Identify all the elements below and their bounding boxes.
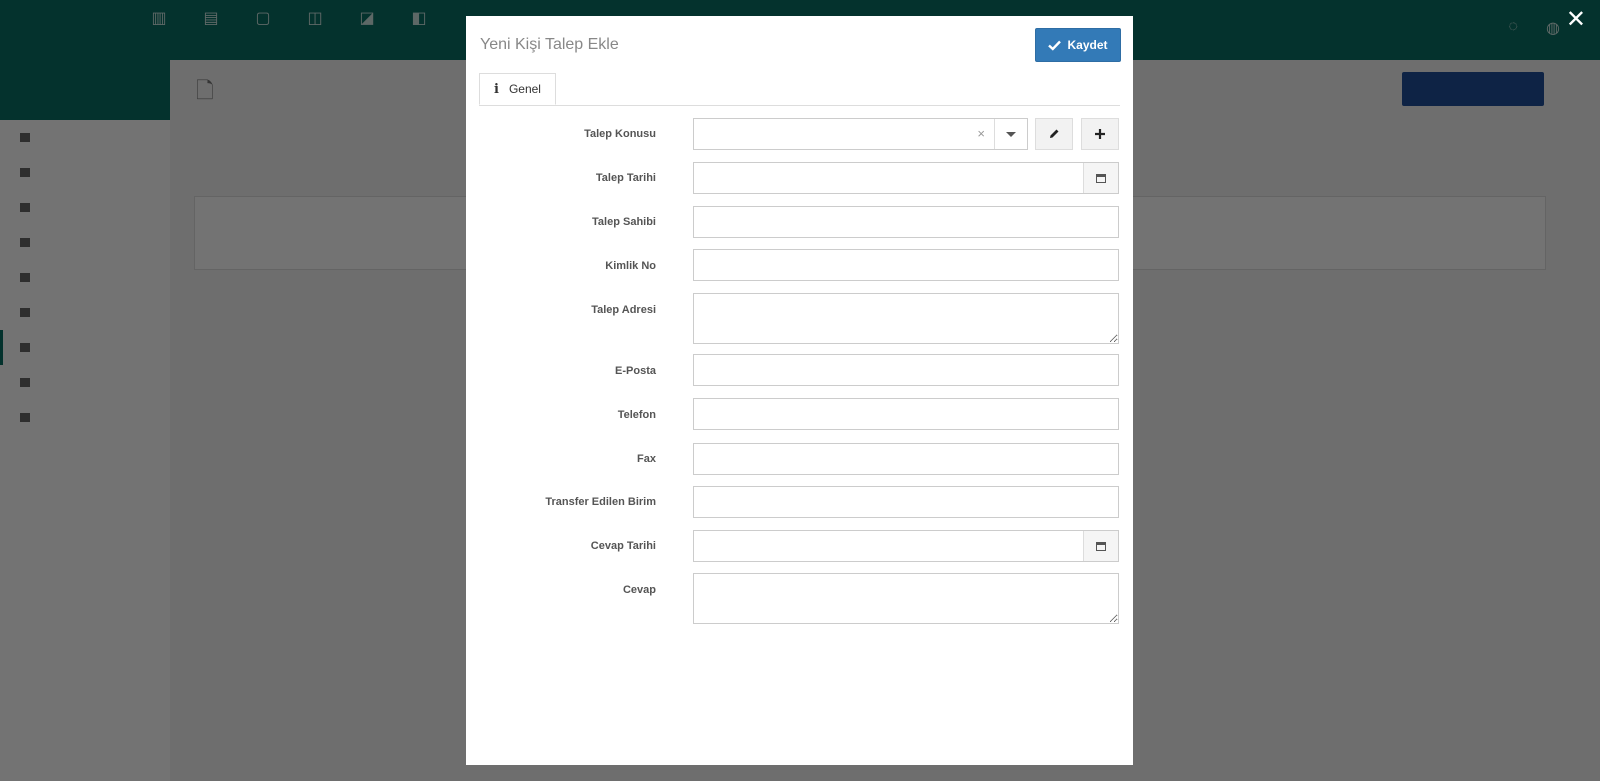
cevap-textarea[interactable]: [693, 573, 1119, 624]
label-e-posta: E-Posta: [615, 365, 656, 377]
talep-tarihi-picker: [693, 162, 1119, 194]
talep-adresi-textarea[interactable]: [693, 293, 1119, 344]
label-cevap: Cevap: [622, 584, 656, 596]
e-posta-input[interactable]: [693, 354, 1119, 386]
save-button-label: Kaydet: [1067, 38, 1108, 52]
modal-tabs: i Genel: [479, 73, 1120, 106]
calendar-button[interactable]: [1083, 531, 1118, 561]
label-talep-tarihi: Talep Tarihi: [595, 172, 656, 184]
talep-konusu-select[interactable]: ×: [693, 118, 1028, 150]
label-transfer-edilen-birim: Transfer Edilen Birim: [545, 496, 656, 508]
label-cevap-tarihi: Cevap Tarihi: [590, 540, 656, 552]
fax-input[interactable]: [693, 443, 1119, 475]
label-talep-adresi: Talep Adresi: [591, 304, 656, 316]
label-telefon: Telefon: [617, 409, 656, 421]
talep-tarihi-input[interactable]: [694, 163, 1074, 193]
cevap-tarihi-picker: [693, 530, 1119, 562]
calendar-button[interactable]: [1083, 163, 1118, 193]
telefon-input[interactable]: [693, 398, 1119, 430]
edit-button[interactable]: [1035, 118, 1073, 150]
plus-icon: [1095, 129, 1105, 139]
label-kimlik-no: Kimlik No: [605, 260, 656, 272]
talep-sahibi-input[interactable]: [693, 206, 1119, 238]
close-icon[interactable]: ✕: [1566, 8, 1586, 32]
label-fax: Fax: [637, 453, 656, 465]
tab-genel-label: Genel: [508, 82, 541, 96]
add-request-modal: Yeni Kişi Talep Ekle Kaydet i Genel Tale…: [466, 16, 1133, 765]
clear-icon[interactable]: ×: [977, 126, 985, 141]
modal-title: Yeni Kişi Talep Ekle: [480, 36, 619, 53]
chevron-down-icon[interactable]: [994, 119, 1027, 149]
check-icon: [1048, 40, 1062, 51]
kimlik-no-input[interactable]: [693, 249, 1119, 281]
add-button[interactable]: [1081, 118, 1119, 150]
label-talep-sahibi: Talep Sahibi: [592, 216, 656, 228]
transfer-edilen-birim-input[interactable]: [693, 486, 1119, 518]
save-button[interactable]: Kaydet: [1035, 28, 1121, 62]
info-icon: i: [494, 81, 499, 97]
calendar-icon: [1096, 173, 1106, 183]
cevap-tarihi-input[interactable]: [694, 531, 1074, 561]
calendar-icon: [1096, 541, 1106, 551]
label-talep-konusu: Talep Konusu: [584, 128, 656, 140]
tab-genel[interactable]: i Genel: [479, 73, 556, 105]
pencil-icon: [1050, 129, 1059, 138]
